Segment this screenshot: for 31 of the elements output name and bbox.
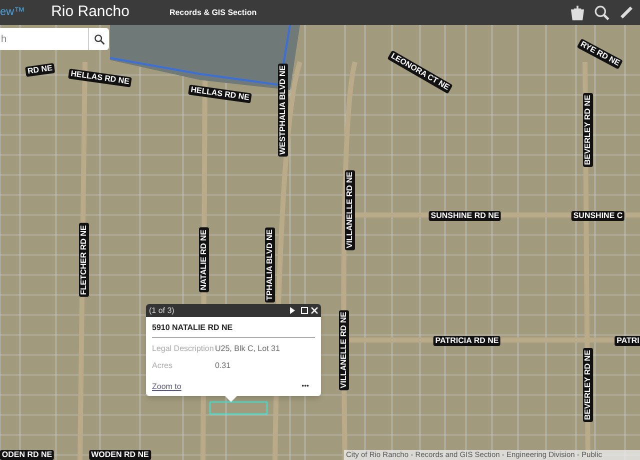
maximize-icon[interactable] — [301, 307, 308, 314]
search-field[interactable]: h — [0, 28, 88, 50]
close-icon[interactable] — [311, 307, 318, 314]
field-value: 0.31 — [215, 360, 231, 372]
street-label: BEVERLEY RD NE — [583, 348, 593, 422]
search-icon[interactable] — [94, 34, 104, 44]
street-label: ODEN RD NE — [0, 450, 54, 460]
street-label: VILLANELLE RD NE — [345, 170, 355, 250]
street-label: SUNSHINE RD NE — [428, 211, 502, 221]
search-icon[interactable] — [594, 4, 610, 20]
zoom-to-link[interactable]: Zoom to — [152, 381, 182, 393]
app-logo: ew™ — [0, 5, 26, 20]
field-value: U25, Blk C, Lot 31 — [215, 343, 280, 355]
street-label: VILLANELLE RD NE — [339, 310, 349, 390]
search-button[interactable] — [88, 28, 109, 50]
app-title: Rio Rancho — [51, 2, 130, 22]
street-label: WESTPHALIA BLVD NE — [278, 63, 288, 157]
street-label: NATALIE RD NE — [199, 228, 209, 292]
field-label: Legal Description — [152, 343, 215, 355]
street-label: TPHALIA BLVD NE — [265, 227, 275, 303]
street-label: PATRI — [614, 336, 640, 346]
street-label: BEVERLEY RD NE — [583, 92, 593, 168]
popup-title: 5910 NATALIE RD NE — [152, 322, 315, 338]
play-icon[interactable] — [289, 307, 296, 314]
field-label: Acres — [152, 360, 174, 372]
street-label: SUNSHINE C — [571, 211, 625, 221]
section-title: Records & GIS Section — [169, 6, 257, 18]
street-label: PATRICIA RD NE — [433, 336, 501, 346]
street-label: WODEN RD NE — [89, 450, 151, 460]
popup-counter: (1 of 3) — [149, 304, 174, 316]
street-label: FLETCHER RD NE — [79, 223, 89, 297]
